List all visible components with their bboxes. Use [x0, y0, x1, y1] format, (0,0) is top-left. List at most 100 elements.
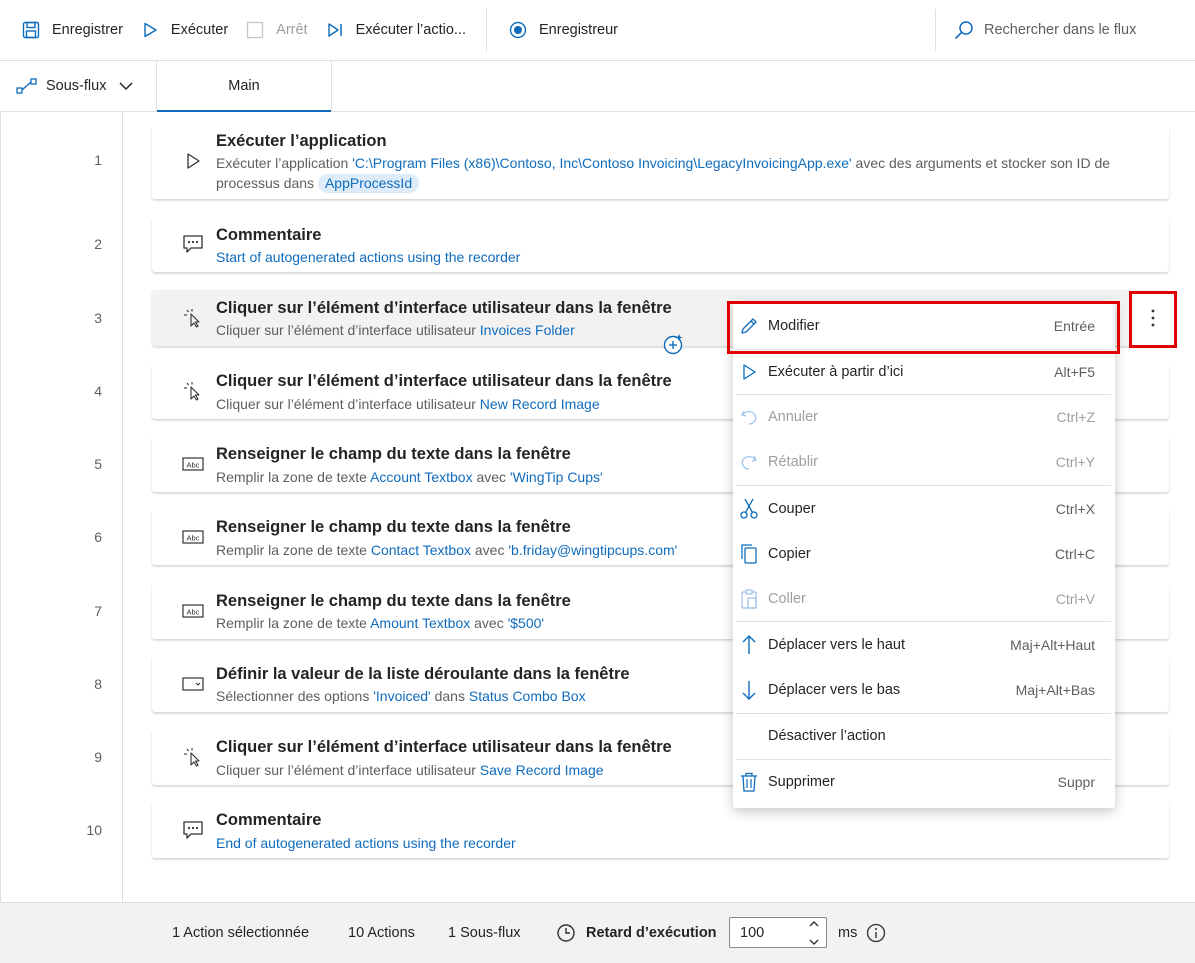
stop-button[interactable]: Arrêt [236, 0, 315, 61]
action-comment[interactable]: Commentaire End of autogenerated actions… [152, 802, 1169, 858]
run-action-button[interactable]: Exécuter l’actio... [316, 0, 474, 61]
save-icon [20, 19, 42, 41]
desc-link[interactable]: Invoices Folder [480, 322, 575, 338]
record-icon [507, 19, 529, 41]
delay-spinner[interactable] [806, 920, 822, 946]
add-action-icon[interactable] [662, 333, 684, 355]
desc-link[interactable]: 'WingTip Cups' [510, 469, 603, 485]
line-number: 5 [94, 456, 102, 472]
desc-link[interactable]: New Record Image [480, 396, 600, 412]
comment-icon [182, 233, 204, 255]
menu-item-label: Déplacer vers le bas [768, 682, 901, 698]
menu-item-move-down[interactable]: Déplacer vers le bas Maj+Alt+Bas [733, 668, 1115, 712]
menu-item-shortcut: Ctrl+Z [1056, 409, 1096, 425]
menu-item-cut[interactable]: Couper Ctrl+X [733, 487, 1115, 531]
menu-item-label: Désactiver l’action [768, 728, 886, 744]
textbox-icon: Abc [182, 600, 204, 622]
desc-link[interactable]: Status Combo Box [469, 688, 586, 704]
run-action-label: Exécuter l’actio... [355, 22, 466, 38]
line-number: 7 [94, 603, 102, 619]
desc-link[interactable]: 'Invoiced' [373, 688, 431, 704]
subflow-icon [16, 77, 38, 95]
menu-item-shortcut: Ctrl+C [1054, 546, 1095, 562]
menu-divider [736, 621, 1111, 622]
tab-bar: Sous-flux Main [0, 61, 1195, 112]
arrow-down-icon [738, 679, 760, 701]
subflows-count: 1 Sous-flux [448, 925, 521, 941]
desc-text: avec [471, 542, 509, 558]
desc-link[interactable]: 'C:\Program Files (x86)\Contoso, Inc\Con… [352, 155, 851, 171]
delay-label: Retard d’exécution [586, 925, 717, 941]
stop-icon [244, 19, 266, 41]
menu-item-label: Coller [768, 591, 806, 607]
chevron-down-icon[interactable] [808, 938, 820, 946]
action-description: End of autogenerated actions using the r… [216, 833, 1149, 853]
desc-text: Cliquer sur l’élément d’interface utilis… [216, 322, 480, 338]
desc-text: Exécuter l’application [216, 155, 353, 171]
line-number: 1 [94, 152, 102, 168]
delay-value: 100 [740, 924, 765, 941]
actions-count: 10 Actions [348, 925, 415, 941]
menu-item-copy[interactable]: Copier Ctrl+C [733, 532, 1115, 576]
info-icon[interactable] [866, 903, 886, 963]
stop-label: Arrêt [276, 22, 308, 38]
desc-text: avec [470, 615, 508, 631]
step-play-icon [324, 19, 346, 41]
svg-text:Abc: Abc [187, 534, 200, 543]
menu-item-move-up[interactable]: Déplacer vers le haut Maj+Alt+Haut [733, 623, 1115, 667]
action-title: Renseigner le champ du texte dans la fen… [216, 518, 571, 536]
action-title: Définir la valeur de la liste déroulante… [216, 665, 630, 683]
more-options-button[interactable] [1129, 291, 1177, 348]
recorder-button[interactable]: Enregistreur [499, 0, 626, 61]
delay-input[interactable]: 100 [729, 917, 827, 948]
copy-icon [738, 543, 760, 565]
desc-link[interactable]: Amount Textbox [370, 615, 470, 631]
menu-item-label: Copier [768, 546, 811, 562]
action-title: Commentaire [216, 811, 322, 829]
menu-item-undo[interactable]: Annuler Ctrl+Z [733, 395, 1115, 439]
chevron-up-icon[interactable] [808, 920, 820, 928]
menu-item-delete[interactable]: Supprimer Suppr [733, 760, 1115, 804]
chevron-down-icon [118, 81, 134, 91]
action-title: Renseigner le champ du texte dans la fen… [216, 445, 571, 463]
run-button[interactable]: Exécuter [131, 0, 236, 61]
save-button[interactable]: Enregistrer [12, 0, 131, 61]
desc-link: End of autogenerated actions using the r… [216, 835, 516, 851]
search-icon [954, 20, 974, 40]
menu-item-disable-action[interactable]: Désactiver l’action [733, 714, 1115, 758]
search-input[interactable]: Rechercher dans le flux [935, 9, 1185, 51]
tab-main[interactable]: Main [157, 61, 332, 112]
menu-divider [736, 485, 1111, 486]
desc-link[interactable]: Account Textbox [370, 469, 472, 485]
desc-link[interactable]: Contact Textbox [371, 542, 471, 558]
menu-item-label: Rétablir [768, 454, 818, 470]
play-icon [738, 361, 760, 383]
desc-link[interactable]: '$500' [508, 615, 545, 631]
desc-text: Remplir la zone de texte [216, 615, 371, 631]
desc-link[interactable]: 'b.friday@wingtipcups.com' [508, 542, 677, 558]
menu-item-shortcut: Maj+Alt+Haut [1010, 637, 1095, 653]
variable-pill[interactable]: AppProcessId [317, 174, 420, 193]
action-comment[interactable]: Commentaire Start of autogenerated actio… [152, 217, 1169, 272]
selected-count: 1 Action sélectionnée [172, 925, 310, 941]
desc-link[interactable]: Save Record Image [480, 762, 604, 778]
menu-item-paste[interactable]: Coller Ctrl+V [733, 577, 1115, 621]
line-number: 9 [94, 749, 102, 765]
line-number: 4 [94, 383, 102, 399]
desc-link: Start of autogenerated actions using the… [216, 249, 521, 265]
menu-item-label: Annuler [768, 409, 818, 425]
menu-item-label: Supprimer [768, 774, 835, 790]
line-number: 2 [94, 236, 102, 252]
menu-item-run-from-here[interactable]: Exécuter à partir d’ici Alt+F5 [733, 350, 1115, 394]
recorder-label: Enregistreur [539, 22, 618, 38]
click-cursor-icon [182, 746, 204, 768]
menu-item-shortcut: Ctrl+X [1055, 501, 1095, 517]
action-title: Renseigner le champ du texte dans la fen… [216, 592, 571, 610]
menu-item-shortcut: Ctrl+V [1055, 591, 1095, 607]
action-title: Cliquer sur l’élément d’interface utilis… [216, 372, 672, 390]
action-title: Cliquer sur l’élément d’interface utilis… [216, 299, 672, 317]
menu-item-redo[interactable]: Rétablir Ctrl+Y [733, 440, 1115, 484]
subflows-dropdown[interactable]: Sous-flux [0, 61, 157, 111]
action-run-application[interactable]: Exécuter l’application Exécuter l’applic… [152, 126, 1169, 199]
svg-text:Abc: Abc [187, 461, 200, 470]
